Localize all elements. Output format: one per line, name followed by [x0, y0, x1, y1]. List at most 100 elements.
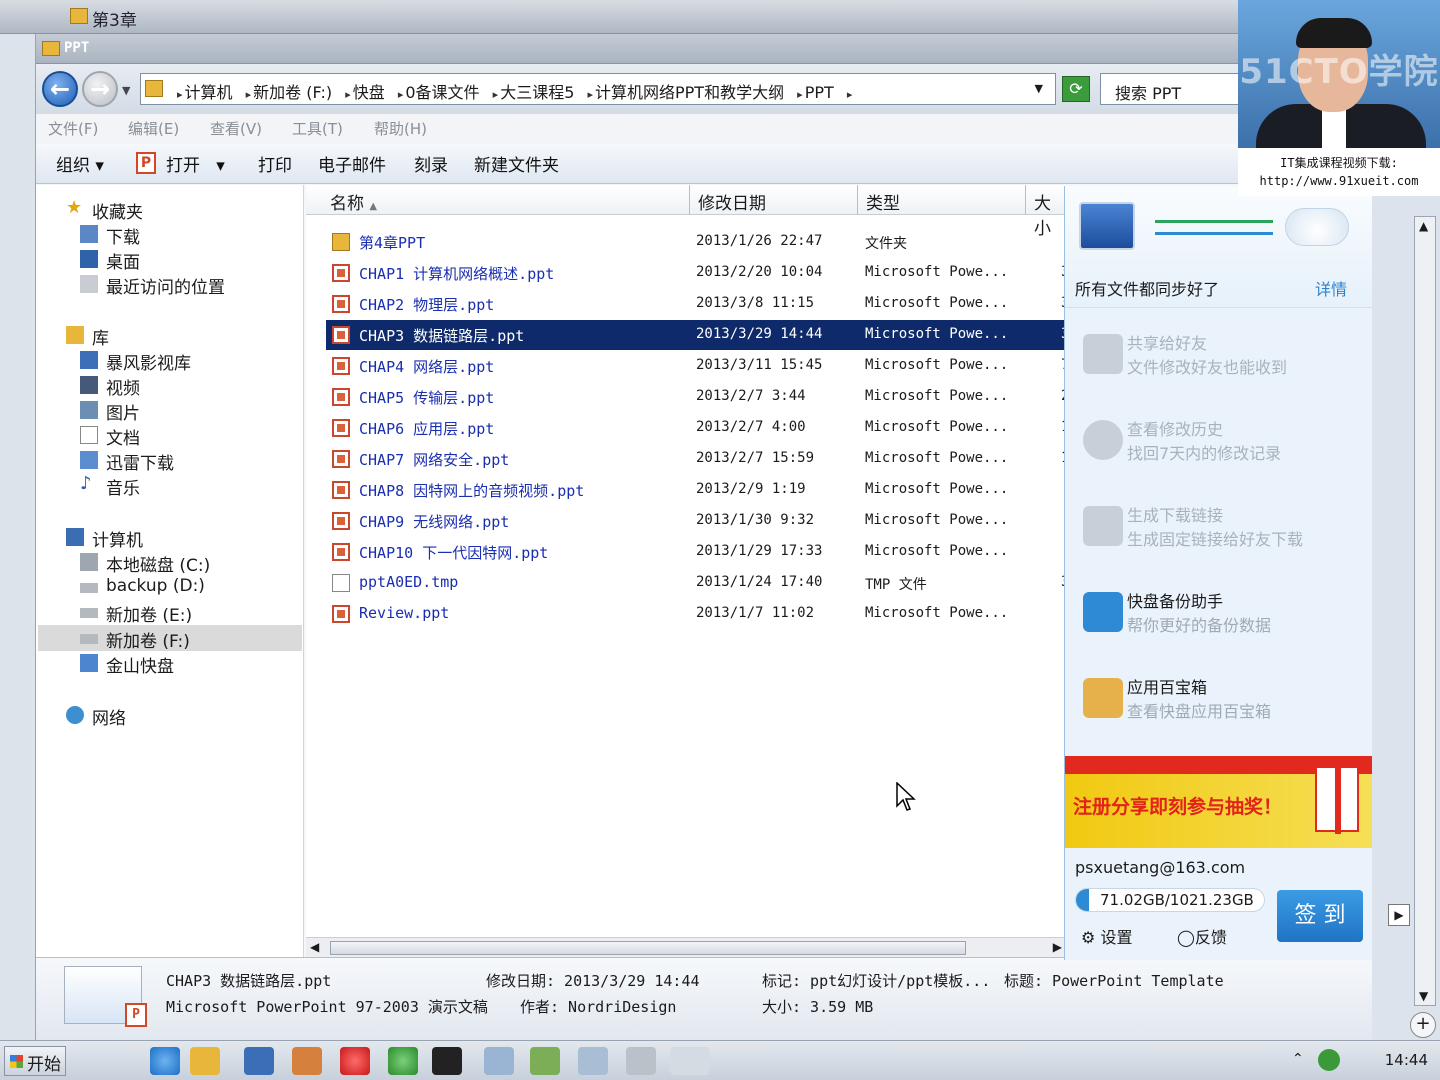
video-icon [80, 376, 98, 394]
file-date: 2013/1/29 17:33 [696, 543, 823, 559]
promo-banner[interactable]: 注册分享即刻参与抽奖！ [1065, 756, 1373, 848]
menu-tools[interactable]: 工具(T) [292, 118, 343, 139]
email-button[interactable]: 电子邮件 [318, 151, 386, 176]
column-name[interactable]: 名称 ▲ [306, 185, 690, 215]
table-row[interactable]: CHAP4 网络层.ppt 2013/3/11 15:45 Microsoft Po… [326, 351, 1069, 381]
burn-button[interactable]: 刻录 [414, 151, 448, 176]
powerpoint-file-icon [332, 419, 350, 437]
feature-link[interactable]: 生成下载链接 生成固定链接给好友下载 [1081, 500, 1371, 564]
forward-button[interactable] [82, 71, 118, 107]
file-name: CHAP2 物理层.ppt [359, 296, 495, 314]
storage-quota-bar: 71.02GB/1021.23GB [1075, 888, 1265, 912]
background-window-titlebar: 第3章 [0, 0, 1440, 34]
column-type[interactable]: 类型 [858, 185, 1026, 215]
browser-icon[interactable] [388, 1047, 418, 1075]
file-name: CHAP5 传输层.ppt [359, 389, 495, 407]
file-thumbnail: P [64, 966, 147, 1027]
feedback-button[interactable]: ◯反馈 [1177, 924, 1227, 948]
feature-apps[interactable]: 应用百宝箱 查看快盘应用百宝箱 [1081, 672, 1371, 736]
tray-expand-icon[interactable]: ⌃ [1292, 1051, 1304, 1067]
horizontal-scrollbar[interactable]: ◀ ▶ [306, 937, 1066, 957]
address-dropdown-icon[interactable]: ▼ [1035, 82, 1043, 95]
new-folder-button[interactable]: 新建文件夹 [474, 151, 559, 176]
table-row[interactable]: CHAP2 物理层.ppt 2013/3/8 11:15 Microsoft Pow… [326, 289, 1069, 319]
powerpoint-file-icon [332, 326, 350, 344]
table-row[interactable]: CHAP3 数据链路层.ppt 2013/3/29 14:44 Microsoft … [326, 320, 1069, 350]
menu-edit[interactable]: 编辑(E) [128, 118, 179, 139]
recent-pages-dropdown[interactable]: ▼ [122, 84, 130, 97]
breadcrumb-item[interactable]: 计算机网络PPT和教学大纲 [595, 83, 784, 102]
scrollbar-thumb[interactable] [330, 941, 966, 955]
vertical-scrollbar[interactable]: ▲ ▼ [1414, 216, 1436, 1006]
file-date: 2013/2/7 4:00 [696, 419, 806, 435]
cmd-icon[interactable] [432, 1047, 462, 1075]
start-button[interactable]: 开始 [4, 1046, 66, 1076]
feature-share[interactable]: 共享给好友 文件修改好友也能收到 [1081, 328, 1371, 392]
app-icon[interactable] [578, 1047, 608, 1075]
menu-view[interactable]: 查看(V) [210, 118, 262, 139]
app-icon[interactable] [484, 1047, 514, 1075]
refresh-button[interactable]: ⟳ [1062, 76, 1090, 102]
back-button[interactable] [42, 71, 78, 107]
print-button[interactable]: 打印 [258, 151, 292, 176]
table-row[interactable]: CHAP7 网络安全.ppt 2013/2/7 15:59 Microsoft Po… [326, 444, 1069, 474]
column-size[interactable]: 大小 [1026, 185, 1066, 239]
breadcrumb-item[interactable]: PPT [805, 83, 834, 102]
player-icon[interactable] [340, 1047, 370, 1075]
app-icon[interactable] [530, 1047, 560, 1075]
column-modified[interactable]: 修改日期 [690, 185, 858, 215]
table-row[interactable]: CHAP5 传输层.ppt 2013/2/7 3:44 Microsoft Powe… [326, 382, 1069, 412]
scroll-right-icon[interactable]: ▶ [1053, 940, 1062, 954]
feature-history[interactable]: 查看修改历史 找回7天内的修改记录 [1081, 414, 1371, 478]
table-row[interactable]: CHAP9 无线网络.ppt 2013/1/30 9:32 Microsoft Po… [326, 506, 1066, 536]
table-row[interactable]: CHAP8 因特网上的音频视频.ppt 2013/2/9 1:19 Microsof… [326, 475, 1066, 505]
table-row[interactable]: pptA0ED.tmp2013/1/24 17:40TMP 文件3 [326, 568, 1069, 598]
signin-button[interactable]: 签 到 [1277, 890, 1363, 942]
scroll-left-icon[interactable]: ◀ [310, 940, 319, 954]
file-icon [332, 574, 350, 592]
app-icon[interactable] [670, 1047, 710, 1075]
breadcrumb-item[interactable]: 新加卷 (F:) [253, 83, 332, 102]
breadcrumb-item[interactable]: 快盘 [353, 83, 385, 102]
file-type: Microsoft Powe... [865, 357, 1009, 373]
feature-backup[interactable]: 快盘备份助手 帮你更好的备份数据 [1081, 586, 1371, 650]
menu-help[interactable]: 帮助(H) [374, 118, 427, 139]
window-titlebar[interactable]: PPT [36, 34, 1440, 64]
documents-icon [80, 426, 98, 444]
menu-file[interactable]: 文件(F) [48, 118, 98, 139]
share-icon [1083, 334, 1123, 374]
details-link[interactable]: 详情 [1315, 276, 1347, 300]
open-button[interactable]: 打开 ▾ [166, 151, 225, 176]
settings-button[interactable]: ⚙ 设置 [1081, 924, 1132, 948]
archive-icon[interactable] [292, 1047, 322, 1075]
file-type: Microsoft Powe... [865, 481, 1009, 497]
breadcrumb-item[interactable]: 0备课文件 [405, 83, 479, 102]
table-row[interactable]: CHAP6 应用层.ppt 2013/2/7 4:00 Microsoft Powe… [326, 413, 1069, 443]
kuaipan-side-panel: 所有文件都同步好了 详情 共享给好友 文件修改好友也能收到 查看修改历史 找回7… [1064, 186, 1373, 960]
details-pane: P CHAP3 数据链路层.ppt Microsoft PowerPoint 9… [36, 957, 1440, 1040]
table-row[interactable]: CHAP1 计算机网络概述.ppt 2013/2/20 10:04 Microsof… [326, 258, 1069, 288]
search-input[interactable]: 搜索 PPT [1100, 73, 1240, 105]
explorer-icon[interactable] [190, 1047, 220, 1075]
table-row[interactable]: CHAP10 下一代因特网.ppt 2013/1/29 17:33 Microsof… [326, 537, 1066, 567]
file-type: Microsoft Powe... [865, 450, 1009, 466]
powerpoint-file-icon [332, 357, 350, 375]
table-row[interactable]: Review.ppt 2013/1/7 11:02 Microsoft Powe..… [326, 599, 1066, 629]
file-name: CHAP9 无线网络.ppt [359, 513, 510, 531]
address-bar[interactable]: ▸ 计算机 ▸ 新加卷 (F:) ▸ 快盘 ▸ 0备课文件 ▸ 大三课程5 ▸ 计算机网络P… [140, 73, 1056, 105]
organize-button[interactable]: 组织 ▾ [56, 151, 104, 176]
network-tray-icon[interactable] [1318, 1049, 1340, 1071]
zoom-in-button[interactable]: + [1410, 1012, 1436, 1038]
app-icon[interactable] [626, 1047, 656, 1075]
breadcrumb-item[interactable]: 计算机 [185, 83, 233, 102]
media-icon[interactable] [244, 1047, 274, 1075]
file-name: CHAP7 网络安全.ppt [359, 451, 510, 469]
downloads-icon [80, 225, 98, 243]
folder-icon [42, 41, 60, 56]
scroll-up-icon[interactable]: ▲ [1419, 219, 1428, 233]
breadcrumb-item[interactable]: 大三课程5 [500, 83, 574, 102]
expand-arrow-icon[interactable]: ▶ [1388, 904, 1410, 926]
table-row[interactable]: 第4章PPT 2013/1/26 22:47 文件夹 [326, 227, 1066, 257]
scroll-down-icon[interactable]: ▼ [1419, 989, 1428, 1003]
ie-icon[interactable] [150, 1047, 180, 1075]
